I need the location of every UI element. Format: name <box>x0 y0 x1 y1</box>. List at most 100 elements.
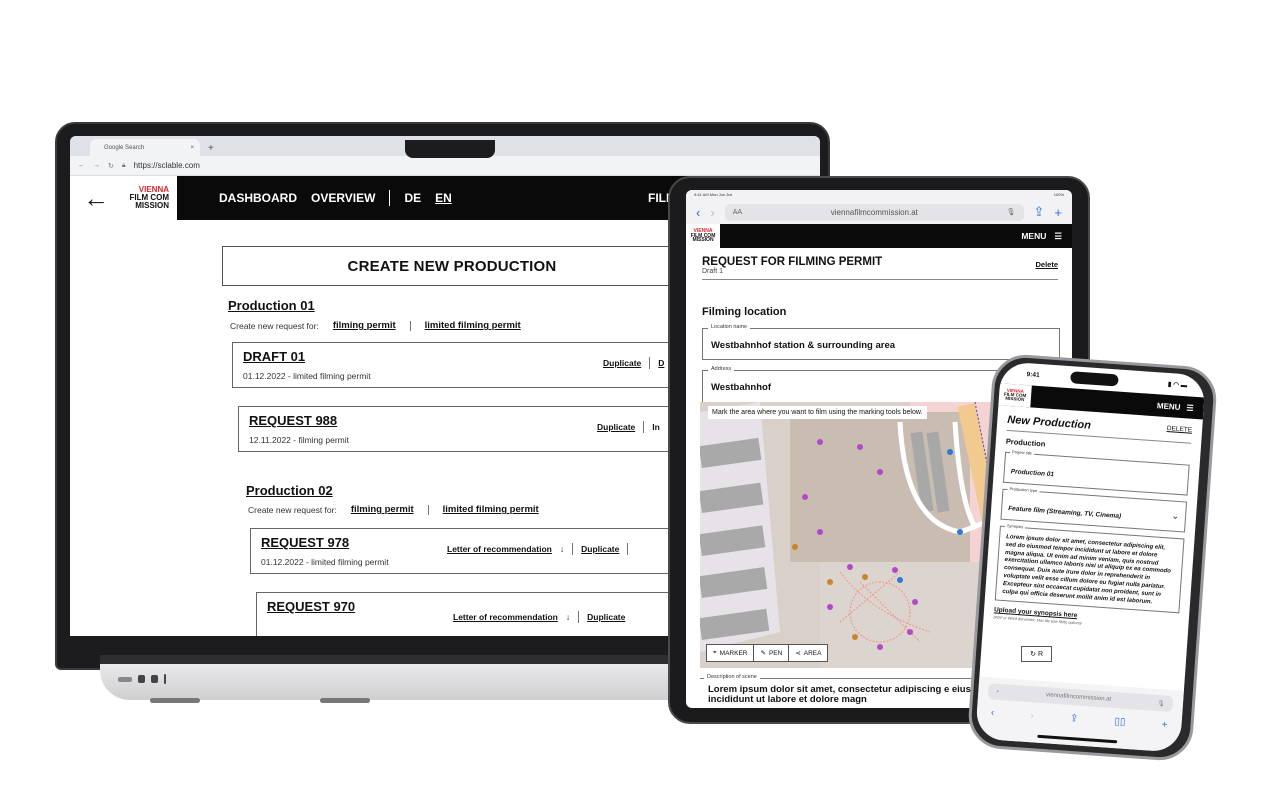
letter-of-recommendation-link[interactable]: Letter of recommendation <box>447 544 552 554</box>
logo[interactable]: VIENNA FILM COM MISSION <box>998 383 1032 408</box>
signal-wifi-battery-icon: ▮ ◠ ▬ <box>1167 380 1188 390</box>
location-name-field[interactable]: Location name Westbahnhof station & surr… <box>702 324 1060 360</box>
safari-toolbar: ‹ › AA viennafilmcommission.at 🎙︎ ⇪ + <box>686 200 1072 224</box>
search-icon: ⌕ <box>996 688 1000 695</box>
request-meta: 12.11.2022 - filming permit <box>249 435 350 445</box>
field-label: Synopsis <box>1004 523 1026 530</box>
site-header: VIENNA FILM COM MISSION MENU ☰ <box>686 224 1072 248</box>
bookmarks-icon[interactable]: ▯▯ <box>1114 716 1126 728</box>
logo-line-3: MISSION <box>692 237 714 244</box>
request-meta: 01.12.2022 - limited filming permit <box>243 371 371 381</box>
tool-label: PEN <box>768 649 783 657</box>
nav-overview[interactable]: OVERVIEW <box>311 191 375 205</box>
new-tab-icon[interactable]: + <box>1161 719 1168 730</box>
request-actions: Duplicate D <box>603 357 664 369</box>
pen-tool-button[interactable]: ✎ PEN <box>754 645 790 661</box>
close-icon[interactable]: × <box>190 145 194 151</box>
logo-line-3: MISSION <box>135 201 169 210</box>
production-type-select[interactable]: Production type Feature film (Streaming,… <box>1000 486 1188 533</box>
laptop-ports <box>118 674 166 684</box>
request-title[interactable]: REQUEST 970 <box>267 599 355 614</box>
new-tab-icon[interactable]: + <box>208 143 214 154</box>
tab-title: Google Search <box>104 144 145 151</box>
microphone-icon[interactable]: 🎙︎ <box>1157 700 1165 708</box>
tablet-status-bar: 9:41 AM Mon Jun 3rd 100% <box>686 190 1072 200</box>
area-tool-button[interactable]: ⋖ AREA <box>789 645 827 661</box>
duplicate-link[interactable]: Duplicate <box>603 358 641 368</box>
reload-icon[interactable]: ↻ <box>108 162 114 170</box>
synopsis-textarea[interactable]: Synopsis Lorem ipsum dolor sit amet, con… <box>994 523 1185 614</box>
download-icon[interactable]: ↓ <box>566 612 570 622</box>
limited-filming-permit-link[interactable]: limited filming permit <box>425 320 521 331</box>
delete-link[interactable]: DELETE <box>1167 425 1193 434</box>
letter-of-recommendation-link[interactable]: Letter of recommendation <box>453 612 558 622</box>
browser-tab[interactable]: Google Search × <box>90 139 200 156</box>
forward-icon[interactable]: › <box>710 205 714 220</box>
menu-button[interactable]: MENU ☰ <box>1021 231 1072 242</box>
request-title[interactable]: REQUEST 978 <box>261 535 349 550</box>
back-icon[interactable]: ‹ <box>990 707 994 718</box>
create-request-row: Create new request for: filming permit l… <box>248 504 539 515</box>
form-header: REQUEST FOR FILMING PERMIT Draft 1 Delet… <box>702 256 1058 280</box>
new-tab-icon[interactable]: + <box>1054 205 1062 220</box>
logo[interactable]: VIENNA FILM COM MISSION <box>686 224 720 248</box>
field-value: Westbahnhof station & surrounding area <box>711 340 896 351</box>
device-mockup-stage: Google Search × + ← → ↻ 🔒︎ https://sclab… <box>0 0 1280 800</box>
share-nodes-icon: ⋖ <box>795 650 801 657</box>
action-link-partial[interactable]: In <box>652 422 660 432</box>
reader-mode-icon[interactable]: AA <box>733 209 742 216</box>
filming-permit-link[interactable]: filming permit <box>333 320 396 331</box>
back-icon[interactable]: ← <box>78 162 85 169</box>
lang-en[interactable]: EN <box>435 191 452 205</box>
back-arrow-icon[interactable]: ← <box>70 176 122 220</box>
reset-button[interactable]: ↻ R <box>1021 646 1052 662</box>
laptop-foot <box>150 698 200 703</box>
menu-label: MENU <box>1021 231 1047 241</box>
duplicate-link[interactable]: Duplicate <box>597 422 635 432</box>
action-link-partial[interactable]: D <box>658 358 664 368</box>
marker-tool-button[interactable]: ⌖ MARKER <box>707 645 755 661</box>
lang-de[interactable]: DE <box>404 191 421 205</box>
microphone-icon[interactable]: 🎙︎ <box>1007 208 1016 216</box>
back-icon[interactable]: ‹ <box>696 205 700 220</box>
delete-link[interactable]: Delete <box>1035 260 1058 269</box>
production-title[interactable]: Production 02 <box>246 483 333 498</box>
field-label: Project title <box>1009 449 1035 456</box>
divider <box>649 357 651 369</box>
request-title[interactable]: REQUEST 988 <box>249 413 337 428</box>
nav-dashboard[interactable]: DASHBOARD <box>219 191 297 205</box>
url-input[interactable]: https://sclable.com <box>134 161 200 170</box>
laptop-notch <box>405 140 495 158</box>
divider <box>409 320 411 331</box>
share-icon[interactable]: ⇪ <box>1070 713 1079 725</box>
limited-filming-permit-link[interactable]: limited filming permit <box>443 504 539 515</box>
filming-permit-link[interactable]: filming permit <box>351 504 414 515</box>
home-indicator <box>1037 734 1118 744</box>
request-actions: Letter of recommendation ↓ Duplicate <box>447 543 629 555</box>
download-icon[interactable]: ↓ <box>560 544 564 554</box>
create-production-button[interactable]: CREATE NEW PRODUCTION <box>222 246 682 286</box>
request-meta: 01.12.2022 - limited filming permit <box>261 557 389 567</box>
create-request-label: Create new request for: <box>230 320 319 331</box>
url-text[interactable]: viennafilmcommission.at <box>1046 692 1112 703</box>
share-icon[interactable]: ⇪ <box>1034 204 1045 220</box>
production-title[interactable]: Production 01 <box>228 298 315 313</box>
logo[interactable]: VIENNA FILM COM MISSION <box>122 176 177 220</box>
request-title[interactable]: DRAFT 01 <box>243 349 305 364</box>
draft-label: Draft 1 <box>702 268 724 275</box>
forward-icon[interactable]: → <box>93 162 100 169</box>
field-label: Production type <box>1007 486 1040 494</box>
map-pin-icon: ⌖ <box>713 649 717 656</box>
hamburger-icon: ☰ <box>1054 230 1062 241</box>
duplicate-link[interactable]: Duplicate <box>587 612 625 622</box>
duplicate-link[interactable]: Duplicate <box>581 544 619 554</box>
address-bar[interactable]: AA viennafilmcommission.at 🎙︎ <box>724 203 1024 221</box>
url-text[interactable]: viennafilmcommission.at <box>831 208 918 217</box>
divider <box>643 421 645 433</box>
create-request-label: Create new request for: <box>248 504 337 515</box>
laptop-foot <box>320 698 370 703</box>
tool-label: AREA <box>803 649 822 657</box>
forward-icon[interactable]: › <box>1030 710 1034 721</box>
field-value: Lorem ipsum dolor sit amet, consectetur … <box>1002 534 1172 606</box>
menu-button[interactable]: MENU ☰ <box>1157 401 1204 413</box>
